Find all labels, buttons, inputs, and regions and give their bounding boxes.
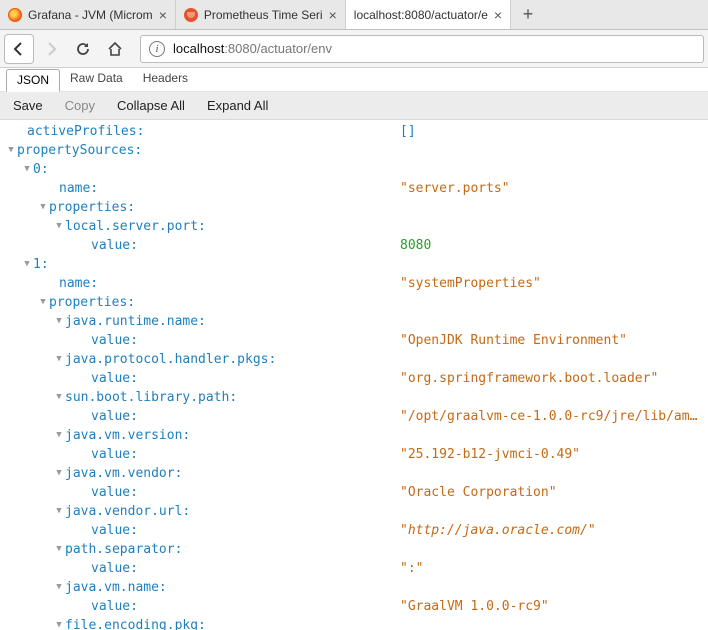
json-key[interactable]: propertySources: <box>17 141 142 160</box>
close-icon[interactable]: × <box>329 8 337 22</box>
tab-title: Grafana - JVM (Microm <box>28 8 153 22</box>
json-value: "http://java.oracle.com/" <box>400 521 596 540</box>
disclosure-icon[interactable]: ▼ <box>54 426 64 445</box>
json-key[interactable]: java.runtime.name: <box>65 312 206 331</box>
forward-button[interactable] <box>36 34 66 64</box>
json-key[interactable]: value: <box>91 483 138 502</box>
json-key[interactable]: value: <box>91 445 138 464</box>
prometheus-favicon-icon <box>184 8 198 22</box>
tab-title: Prometheus Time Seri <box>204 8 323 22</box>
reload-button[interactable] <box>68 34 98 64</box>
json-key[interactable]: value: <box>91 521 138 540</box>
back-button[interactable] <box>4 34 34 64</box>
json-key[interactable]: value: <box>91 236 138 255</box>
home-icon <box>107 41 123 57</box>
json-key[interactable]: sun.boot.library.path: <box>65 388 237 407</box>
json-key[interactable]: name: <box>59 274 98 293</box>
url-text: localhost:8080/actuator/env <box>173 41 332 56</box>
arrow-left-icon <box>11 41 27 57</box>
json-key[interactable]: value: <box>91 559 138 578</box>
disclosure-icon[interactable]: ▼ <box>54 312 64 331</box>
json-value: "org.springframework.boot.loader" <box>400 369 658 388</box>
info-icon[interactable]: i <box>149 41 165 57</box>
json-value: "systemProperties" <box>400 274 541 293</box>
new-tab-button[interactable]: + <box>511 0 545 29</box>
save-button[interactable]: Save <box>4 95 52 116</box>
collapse-all-button[interactable]: Collapse All <box>108 95 194 116</box>
tab-bar: Grafana - JVM (Microm × Prometheus Time … <box>0 0 708 30</box>
json-key[interactable]: value: <box>91 369 138 388</box>
json-value: "Oracle Corporation" <box>400 483 557 502</box>
json-value: "server.ports" <box>400 179 510 198</box>
home-button[interactable] <box>100 34 130 64</box>
json-value: "/opt/graalvm-ce-1.0.0-rc9/jre/lib/amd64… <box>400 407 700 426</box>
close-icon[interactable]: × <box>494 8 502 22</box>
json-key[interactable]: 0: <box>33 160 49 179</box>
json-key[interactable]: java.vm.vendor: <box>65 464 182 483</box>
url-host: localhost <box>173 41 224 56</box>
disclosure-icon[interactable]: ▼ <box>54 578 64 597</box>
json-key[interactable]: java.vendor.url: <box>65 502 190 521</box>
close-icon[interactable]: × <box>159 8 167 22</box>
json-value: [] <box>400 122 416 141</box>
disclosure-icon[interactable]: ▼ <box>6 141 16 160</box>
disclosure-icon[interactable]: ▼ <box>22 255 32 274</box>
json-key[interactable]: path.separator: <box>65 540 182 559</box>
tab-title: localhost:8080/actuator/e <box>354 8 488 22</box>
reload-icon <box>75 41 91 57</box>
disclosure-icon[interactable]: ▼ <box>22 160 32 179</box>
json-key[interactable]: properties: <box>49 198 135 217</box>
json-key[interactable]: activeProfiles: <box>27 122 144 141</box>
disclosure-icon[interactable]: ▼ <box>54 540 64 559</box>
copy-button[interactable]: Copy <box>56 95 104 116</box>
json-key[interactable]: java.vm.version: <box>65 426 190 445</box>
tab-grafana[interactable]: Grafana - JVM (Microm × <box>0 0 176 29</box>
json-key[interactable]: local.server.port: <box>65 217 206 236</box>
json-value: 8080 <box>400 236 431 255</box>
nav-toolbar: i localhost:8080/actuator/env <box>0 30 708 68</box>
disclosure-icon[interactable]: ▼ <box>54 616 64 630</box>
viewer-mode-bar: JSON Raw Data Headers <box>0 68 708 92</box>
arrow-right-icon <box>43 41 59 57</box>
json-value: "GraalVM 1.0.0-rc9" <box>400 597 549 616</box>
json-tree[interactable]: activeProfiles:[] ▼propertySources: ▼0: … <box>0 120 708 630</box>
tab-actuator[interactable]: localhost:8080/actuator/e × <box>346 0 511 29</box>
json-key[interactable]: value: <box>91 597 138 616</box>
json-key[interactable]: properties: <box>49 293 135 312</box>
grafana-favicon-icon <box>8 8 22 22</box>
disclosure-icon[interactable]: ▼ <box>54 350 64 369</box>
json-value: ":" <box>400 559 423 578</box>
json-value: "25.192-b12-jvmci-0.49" <box>400 445 580 464</box>
json-key[interactable]: file.encoding.pkg: <box>65 616 206 630</box>
json-value: "OpenJDK Runtime Environment" <box>400 331 627 350</box>
viewer-actions: Save Copy Collapse All Expand All <box>0 92 708 120</box>
disclosure-icon[interactable]: ▼ <box>38 293 48 312</box>
json-key[interactable]: java.vm.name: <box>65 578 167 597</box>
mode-json[interactable]: JSON <box>6 69 60 92</box>
disclosure-icon[interactable]: ▼ <box>54 464 64 483</box>
json-key[interactable]: value: <box>91 331 138 350</box>
mode-raw[interactable]: Raw Data <box>60 68 133 91</box>
json-key[interactable]: java.protocol.handler.pkgs: <box>65 350 276 369</box>
tab-prometheus[interactable]: Prometheus Time Seri × <box>176 0 346 29</box>
expand-all-button[interactable]: Expand All <box>198 95 277 116</box>
json-key[interactable]: 1: <box>33 255 49 274</box>
disclosure-icon[interactable]: ▼ <box>38 198 48 217</box>
mode-headers[interactable]: Headers <box>133 68 198 91</box>
disclosure-icon[interactable]: ▼ <box>54 502 64 521</box>
url-bar[interactable]: i localhost:8080/actuator/env <box>140 35 704 63</box>
disclosure-icon[interactable]: ▼ <box>54 388 64 407</box>
json-key[interactable]: value: <box>91 407 138 426</box>
url-path: :8080/actuator/env <box>224 41 332 56</box>
disclosure-icon[interactable]: ▼ <box>54 217 64 236</box>
json-key[interactable]: name: <box>59 179 98 198</box>
